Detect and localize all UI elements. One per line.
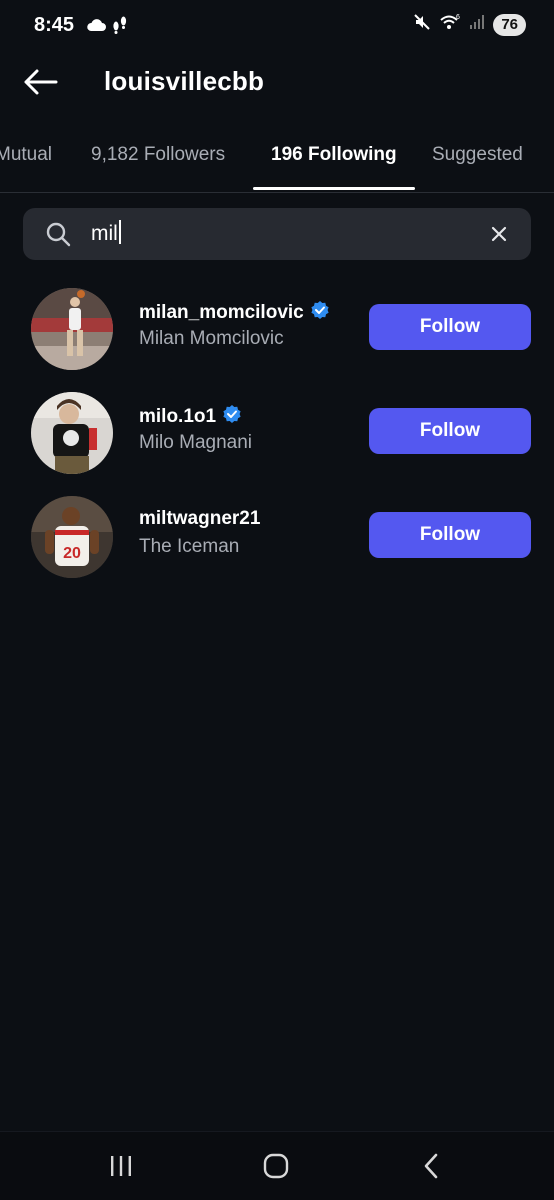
list-item[interactable]: milan_momcilovic Milan Momcilovic Follow: [0, 288, 554, 378]
display-name: Milan Momcilovic: [139, 328, 284, 349]
username-text: milan_momcilovic: [139, 302, 304, 323]
username[interactable]: milo.1o1: [139, 404, 242, 430]
list-item[interactable]: milo.1o1 Milo Magnani Follow: [0, 392, 554, 482]
tab-suggested[interactable]: Suggested: [432, 144, 523, 166]
svg-text:20: 20: [63, 545, 81, 562]
display-name: The Iceman: [139, 536, 240, 557]
page-title: louisvillecbb: [104, 66, 265, 96]
username-text: miltwagner21: [139, 508, 261, 529]
tab-bar: Mutual 9,182 Followers 196 Following Sug…: [0, 130, 554, 193]
search-box[interactable]: mil: [23, 208, 531, 260]
display-name: Milo Magnani: [139, 432, 252, 453]
close-icon[interactable]: [489, 224, 509, 249]
search-icon: [45, 221, 71, 252]
system-nav-bar: [0, 1131, 554, 1200]
verified-badge-icon: [310, 300, 330, 326]
arrow-left-icon: [24, 69, 58, 95]
follow-button[interactable]: Follow: [369, 512, 531, 558]
wifi-icon: 6: [439, 13, 461, 36]
follow-button[interactable]: Follow: [369, 408, 531, 454]
follow-button[interactable]: Follow: [369, 304, 531, 350]
tab-followers[interactable]: 9,182 Followers: [91, 144, 225, 166]
search-input[interactable]: mil: [91, 220, 471, 248]
tab-following[interactable]: 196 Following: [271, 144, 397, 166]
back-button[interactable]: [22, 68, 60, 98]
avatar[interactable]: [31, 288, 113, 370]
avatar[interactable]: [31, 392, 113, 474]
avatar[interactable]: 20: [31, 496, 113, 578]
list-item[interactable]: 20 miltwagner21 The Iceman Follow: [0, 496, 554, 586]
signal-icon: [469, 14, 485, 35]
status-time: 8:45: [34, 14, 75, 36]
search-value: mil: [91, 222, 118, 245]
username-text: milo.1o1: [139, 406, 217, 427]
cloud-icon: [86, 18, 106, 37]
text-caret: [118, 220, 121, 244]
username[interactable]: miltwagner21: [139, 508, 260, 530]
status-bar: 8:45 6 76: [0, 0, 554, 52]
header: louisvillecbb: [0, 58, 554, 108]
username[interactable]: milan_momcilovic: [139, 300, 330, 326]
battery-icon: 76: [493, 13, 526, 36]
footsteps-icon: [112, 15, 128, 40]
mute-icon: [413, 13, 431, 36]
active-tab-indicator: [253, 187, 415, 190]
recents-icon[interactable]: [108, 1154, 134, 1183]
back-icon[interactable]: [420, 1152, 442, 1185]
verified-badge-icon: [222, 404, 242, 430]
home-icon[interactable]: [262, 1152, 290, 1185]
svg-text:6: 6: [456, 14, 460, 21]
tab-mutual[interactable]: Mutual: [0, 144, 52, 166]
